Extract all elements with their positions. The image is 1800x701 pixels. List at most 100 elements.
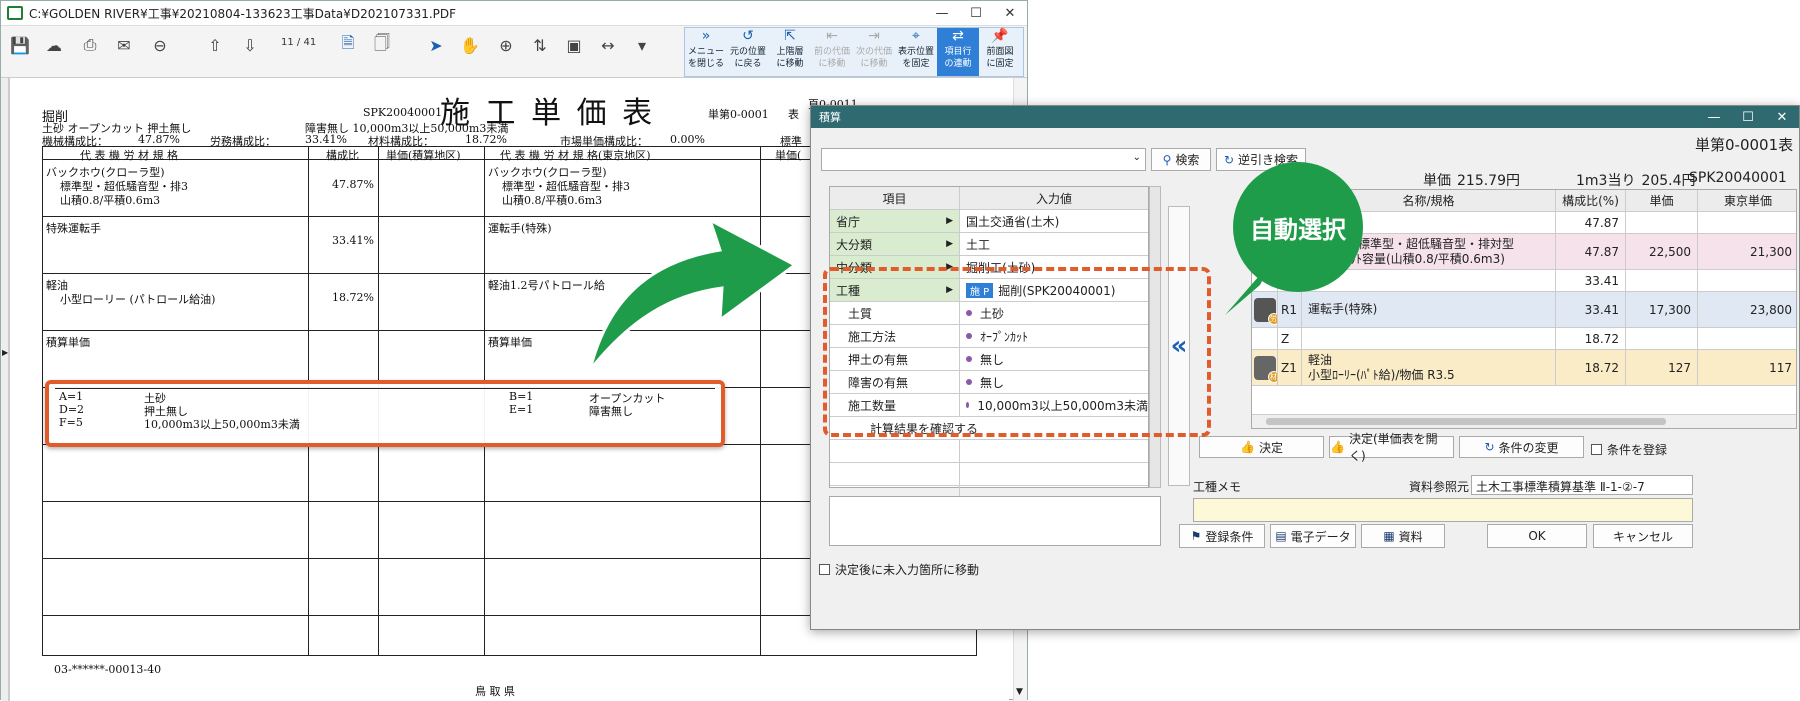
col-value-header: 入力値 — [1035, 191, 1072, 206]
search-label: 検索 — [1175, 153, 1200, 167]
print-icon[interactable]: ⎙ — [79, 34, 101, 56]
registered-condition-button[interactable]: ⚑ 登録条件 — [1179, 524, 1265, 548]
nav-label-2: に固定 — [986, 59, 1014, 69]
search-combo[interactable]: ⌄ — [821, 148, 1146, 171]
electronic-data-button[interactable]: ▤ 電子データ — [1270, 524, 1356, 548]
two-page-icon[interactable]: 🗍 — [371, 33, 393, 56]
col-ratio-header: 構成比(%) — [1556, 190, 1626, 211]
toolbar-group-button-7[interactable]: 📌 前面図に固定 — [979, 28, 1021, 76]
register-condition-label: 条件を登録 — [1607, 443, 1668, 457]
auto-select-highlight-box — [823, 267, 1211, 437]
row-code: R1 — [1278, 292, 1302, 327]
decide-label: 決定 — [1258, 440, 1283, 455]
search-button[interactable]: ⚲ 検索 — [1151, 148, 1211, 171]
row1-ratio: 47.87% — [332, 178, 374, 191]
row-tokyo-price: 21,300 — [1750, 244, 1792, 259]
nav-label-2: の連動 — [944, 59, 972, 69]
toolbar-group-button-2[interactable]: ⇱ 上階層 に移動 — [769, 28, 811, 76]
cond-f-key: F=5 — [59, 416, 83, 429]
dialog-minimize-button[interactable]: — — [1697, 106, 1731, 128]
change-condition-button[interactable]: ↻ 条件の変更 — [1459, 436, 1584, 458]
col-unit-area-header: 単価(積算地区) — [386, 149, 461, 162]
nav-icon: ⇱ — [784, 28, 796, 44]
move-after-decide-checkbox[interactable]: 決定後に未入力箇所に移動 — [819, 561, 979, 578]
mail-icon[interactable]: ✉ — [113, 34, 135, 56]
save-icon[interactable]: 💾 — [9, 34, 31, 56]
nav-label-2: に移動 — [818, 59, 846, 69]
toolbar-group-button-5[interactable]: ⌖ 表示位置 を固定 — [895, 28, 937, 76]
condition-value[interactable]: 土工 — [960, 233, 1148, 255]
row-code: Z1 — [1278, 350, 1302, 385]
breakdown-row[interactable]: Z 18.72 — [1252, 328, 1796, 350]
close-button[interactable]: ✕ — [993, 1, 1027, 26]
select-pointer-icon[interactable]: ➤ — [425, 34, 447, 56]
chevron-down-icon: ⌄ — [1132, 152, 1141, 163]
row-name: 軽油 — [1308, 352, 1333, 367]
nav-icon: ⇤ — [826, 28, 838, 44]
page-up-icon[interactable]: ⇧ — [204, 34, 226, 56]
row-tokyo-price: 117 — [1769, 360, 1792, 375]
breakdown-row[interactable]: 労 R1 運転手(特殊) 33.41 17,300 23,800 — [1252, 292, 1796, 328]
ref-value-field[interactable]: 土木工事標準積算基準 Ⅱ-1-②-7 — [1471, 475, 1693, 495]
zoom-in-icon[interactable]: ⊕ — [495, 34, 517, 56]
doc-footer-prefecture: 鳥 取 県 — [475, 685, 515, 698]
condition-row[interactable]: 大分類 ▶ 土工 — [830, 233, 1148, 256]
row-ratio: 47.87 — [1556, 234, 1626, 269]
cancel-button[interactable]: キャンセル — [1593, 524, 1693, 548]
breakdown-hscrollbar[interactable] — [1252, 414, 1796, 428]
cond-b-key: B=1 — [509, 390, 534, 403]
upload-icon[interactable]: ☁ — [43, 34, 65, 56]
thumbs-up-icon: 👍 — [1240, 440, 1255, 454]
maximize-button[interactable]: ☐ — [959, 1, 993, 26]
page-down-icon[interactable]: ⇩ — [239, 34, 261, 56]
register-condition-checkbox[interactable]: 条件を登録 — [1591, 441, 1667, 458]
page-current[interactable]: 11 — [281, 37, 294, 48]
nav-label-2: を固定 — [902, 59, 930, 69]
ok-button[interactable]: OK — [1487, 524, 1587, 548]
toolbar-group-button-3[interactable]: ⇤ 前の代価 に移動 — [811, 28, 853, 76]
memo-field[interactable] — [1193, 498, 1693, 522]
breakdown-row[interactable]: 材 Z1 軽油 小型ﾛｰﾘｰ(ﾊﾟﾄ給)/物価 R3.5 18.72 127 117 — [1252, 350, 1796, 386]
document-button[interactable]: ▦ 資料 — [1361, 524, 1445, 548]
condition-row[interactable]: 省庁 ▶ 国土交通省(土木) — [830, 210, 1148, 233]
zoom-out-icon[interactable]: ⊖ — [149, 34, 171, 56]
single-page-icon[interactable]: 🗎 — [337, 33, 359, 56]
dialog-title-bar: 積算 — ☐ ✕ — [811, 106, 1799, 128]
cond-d-key: D=2 — [59, 403, 85, 416]
condition-value[interactable]: 国土交通省(土木) — [960, 210, 1148, 232]
row-name: 運転手(特殊) — [1308, 302, 1378, 316]
nav-icon: 📌 — [991, 28, 1009, 44]
doc-footer-code: 03-******-00013-40 — [54, 663, 162, 676]
condition-item: 省庁 ▶ — [830, 210, 960, 232]
nav-icon: ⌖ — [912, 28, 920, 44]
left-panel-toggle[interactable]: ▶ — [1, 78, 9, 701]
memo-label: 工種メモ — [1193, 480, 1242, 494]
toolbar-group-button-6[interactable]: ⇄ 項目行 の連動 — [937, 28, 979, 76]
row4-name: 積算単価 — [46, 336, 90, 349]
toolbar-group-button-1[interactable]: ↺ 元の位置 に戻る — [727, 28, 769, 76]
thumbs-up-plus-icon: 👍 — [1330, 440, 1345, 454]
fit-page-icon[interactable]: ▣ — [563, 34, 585, 56]
hand-tool-icon[interactable]: ✋ — [459, 34, 481, 56]
fit-height-icon[interactable]: ⇅ — [529, 34, 551, 56]
caret-right-icon: ▶ — [946, 239, 953, 249]
nav-label-1: 前面図 — [986, 47, 1014, 57]
note-area[interactable] — [829, 496, 1161, 546]
fit-width-icon[interactable]: ↔ — [597, 34, 619, 56]
decide-open-button[interactable]: 👍 決定(単価表を開く) — [1329, 432, 1454, 463]
empty-row — [830, 463, 1148, 486]
dialog-maximize-button[interactable]: ☐ — [1731, 106, 1765, 128]
document-icon: ▦ — [1383, 529, 1395, 543]
dialog-close-button[interactable]: ✕ — [1765, 106, 1799, 128]
more-tools-icon[interactable]: ▾ — [631, 34, 653, 56]
pdf-toolbar: 💾 ☁ ⎙ ✉ ⊖ ⇧ ⇩ 11 / 41 🗎 🗍 ➤ ✋ ⊕ ⇅ ▣ ↔ ▾ … — [1, 26, 1027, 78]
nav-label-1: 元の位置 — [729, 47, 766, 57]
decide-button[interactable]: 👍 決定 — [1199, 436, 1324, 458]
sheet-title: 単第0-0001表 — [1695, 136, 1794, 154]
toolbar-group-button-4[interactable]: ⇥ 次の代価 に移動 — [853, 28, 895, 76]
page-indicator[interactable]: 11 / 41 — [281, 37, 316, 48]
toolbar-group-button-0[interactable]: » メニュー を閉じる — [685, 28, 727, 76]
minimize-button[interactable]: — — [925, 1, 959, 26]
row-icon-cell — [1252, 328, 1278, 349]
doc-code: SPK20040001 — [363, 106, 443, 119]
